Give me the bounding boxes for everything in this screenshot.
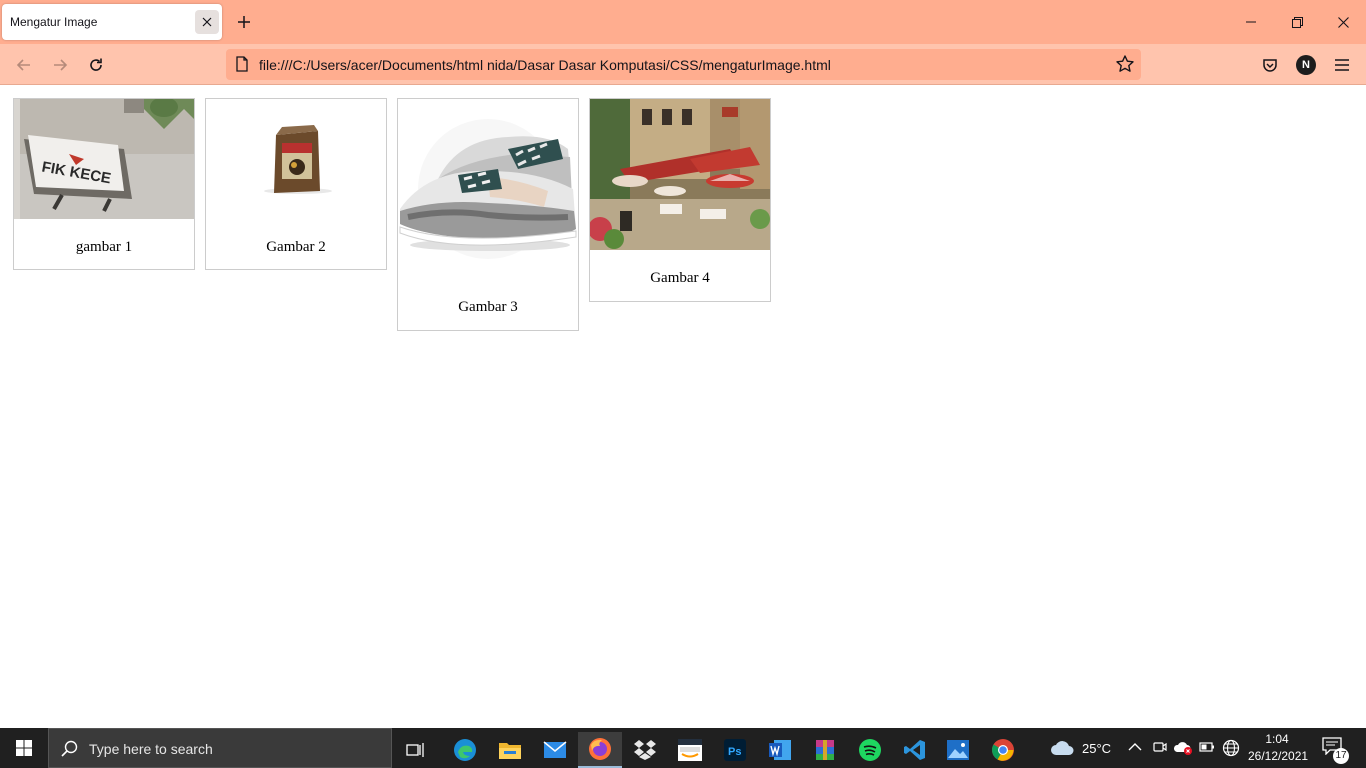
- gallery-card-2: Gambar 2: [205, 98, 387, 270]
- page-icon: [236, 56, 248, 72]
- search-placeholder: Type here to search: [89, 741, 213, 757]
- edge-icon: [454, 739, 476, 761]
- reload-icon: [90, 58, 102, 71]
- navigation-toolbar: file:///C:/Users/acer/Documents/html nid…: [0, 44, 1366, 85]
- menu-button[interactable]: [1329, 52, 1355, 78]
- tab-strip: Mengatur Image: [0, 0, 1366, 44]
- reload-button[interactable]: [83, 52, 109, 78]
- card-caption: Gambar 3: [458, 299, 518, 315]
- t-shirt-image: FIK KECE: [14, 99, 194, 219]
- windows-logo-icon: [16, 740, 32, 756]
- close-icon: [202, 17, 212, 27]
- notification-count-badge: 17: [1333, 748, 1349, 764]
- photoshop-taskbar-button[interactable]: Ps: [713, 732, 757, 768]
- start-button[interactable]: [0, 728, 48, 768]
- spotify-taskbar-button[interactable]: [848, 732, 892, 768]
- coffee-bag-image: [206, 99, 386, 219]
- amazon-icon: [678, 739, 702, 761]
- photos-taskbar-button[interactable]: [936, 732, 980, 768]
- arrow-right-icon: [54, 59, 68, 71]
- svg-text:Ps: Ps: [728, 746, 741, 758]
- restore-button[interactable]: [1285, 10, 1309, 34]
- taskbar: Type here to search Ps 25°C 1:04 26/12/2…: [0, 728, 1366, 768]
- tab-mengatur-image[interactable]: Mengatur Image: [2, 4, 222, 40]
- task-view-button[interactable]: [394, 732, 438, 768]
- sneakers-image: [398, 99, 578, 279]
- bookmark-star-icon[interactable]: [1115, 54, 1135, 74]
- weather-temperature[interactable]: 25°C: [1082, 741, 1111, 756]
- new-tab-button[interactable]: [233, 11, 255, 33]
- task-view-icon: [406, 743, 424, 757]
- card-caption: Gambar 4: [650, 270, 710, 286]
- globe-network-icon[interactable]: [1222, 739, 1240, 757]
- hamburger-menu-icon: [1335, 59, 1349, 71]
- card-caption: gambar 1: [75, 239, 133, 255]
- restore-icon: [1291, 16, 1303, 28]
- close-window-button[interactable]: [1331, 10, 1355, 34]
- minimize-button[interactable]: [1239, 10, 1263, 34]
- close-icon: [1337, 16, 1349, 28]
- chrome-taskbar-button[interactable]: [981, 732, 1025, 768]
- chevron-up-icon[interactable]: [1128, 742, 1142, 752]
- close-tab-button[interactable]: [195, 10, 219, 34]
- clock-time[interactable]: 1:04: [1262, 732, 1292, 746]
- gallery-card-4: Gambar 4: [589, 98, 771, 302]
- avatar-initial: N: [1302, 59, 1310, 71]
- search-icon: [61, 740, 78, 757]
- photoshop-icon: Ps: [724, 739, 746, 761]
- address-bar[interactable]: file:///C:/Users/acer/Documents/html nid…: [226, 49, 1141, 80]
- word-icon: [769, 740, 791, 760]
- word-taskbar-button[interactable]: [758, 732, 802, 768]
- plus-icon: [238, 16, 250, 28]
- gallery-card-1: FIK KECE gambar 1: [13, 98, 195, 270]
- battery-icon[interactable]: [1199, 741, 1215, 753]
- arrow-left-icon: [16, 59, 30, 71]
- url-text: file:///C:/Users/acer/Documents/html nid…: [259, 57, 831, 73]
- vscode-icon: [904, 740, 925, 760]
- mail-icon: [543, 741, 567, 758]
- meet-now-icon[interactable]: [1152, 740, 1168, 756]
- cafe-painting-image: [590, 99, 770, 250]
- photos-icon: [947, 740, 969, 760]
- dropbox-icon: [634, 740, 656, 760]
- cloud-weather-icon[interactable]: [1050, 739, 1074, 757]
- folder-icon: [499, 743, 521, 759]
- vscode-taskbar-button[interactable]: [893, 732, 937, 768]
- minimize-icon: [1246, 21, 1256, 23]
- pocket-icon: [1263, 59, 1277, 72]
- clock-date[interactable]: 26/12/2021: [1248, 749, 1308, 763]
- winrar-icon: [816, 740, 834, 760]
- taskbar-search-box[interactable]: Type here to search: [48, 728, 392, 768]
- account-avatar[interactable]: N: [1296, 55, 1316, 75]
- chrome-icon: [992, 739, 1014, 761]
- file-explorer-taskbar-button[interactable]: [488, 732, 532, 768]
- edge-taskbar-button[interactable]: [443, 732, 487, 768]
- gallery-card-3: Gambar 3: [397, 98, 579, 331]
- onedrive-error-icon[interactable]: [1174, 740, 1194, 756]
- pocket-button[interactable]: [1257, 52, 1283, 78]
- tab-title: Mengatur Image: [10, 15, 98, 29]
- notification-center-button[interactable]: 17: [1322, 737, 1352, 764]
- winrar-taskbar-button[interactable]: [803, 732, 847, 768]
- mail-taskbar-button[interactable]: [533, 732, 577, 768]
- firefox-taskbar-button[interactable]: [578, 732, 622, 768]
- card-caption: Gambar 2: [266, 239, 326, 255]
- forward-button[interactable]: [47, 52, 73, 78]
- dropbox-taskbar-button[interactable]: [623, 732, 667, 768]
- firefox-icon: [589, 738, 611, 760]
- back-button[interactable]: [11, 52, 37, 78]
- spotify-icon: [859, 739, 881, 761]
- amazon-taskbar-button[interactable]: [668, 732, 712, 768]
